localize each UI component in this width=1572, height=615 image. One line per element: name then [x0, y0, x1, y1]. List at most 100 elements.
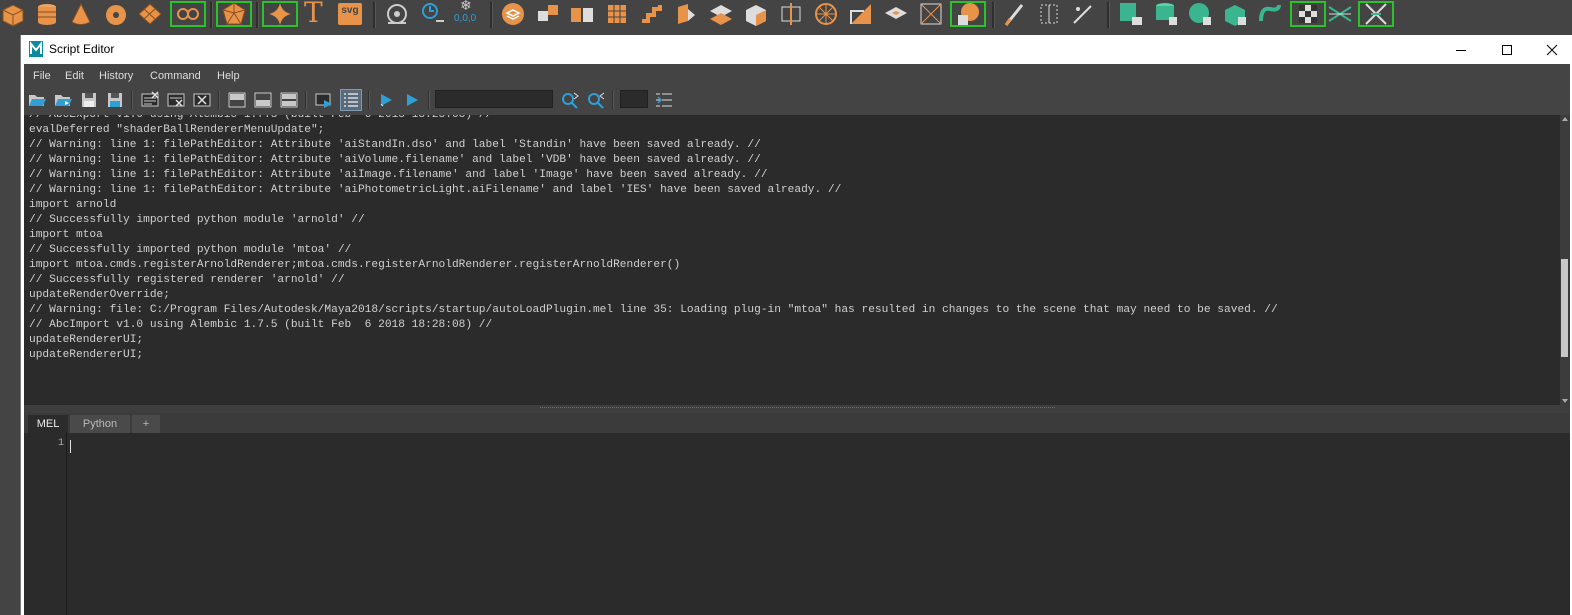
search-next-icon[interactable] — [560, 90, 580, 110]
menu-help[interactable]: Help — [217, 70, 240, 82]
toolbar-separator — [612, 91, 614, 109]
history-scrollbar[interactable] — [1560, 115, 1570, 405]
snowflake-coords-icon[interactable]: ❄ 0,0,0 — [452, 0, 482, 28]
mirror-icon[interactable] — [638, 1, 664, 27]
script-tabs: MEL Python + — [24, 413, 1570, 433]
minimize-icon — [1456, 49, 1466, 51]
source-script-icon[interactable] — [53, 90, 73, 110]
history-line: import arnold — [29, 199, 117, 211]
add-tab-button[interactable]: + — [132, 415, 160, 433]
poly-cube-icon[interactable] — [0, 1, 26, 27]
scroll-up-icon[interactable] — [1560, 115, 1570, 123]
scroll-down-icon[interactable] — [1560, 397, 1570, 405]
history-line: // Successfully imported python module '… — [29, 214, 365, 226]
snowflake-icon: ❄ — [460, 0, 472, 14]
window-title: Script Editor — [49, 42, 115, 56]
maximize-button[interactable] — [1484, 35, 1530, 64]
super-shape-icon[interactable] — [267, 1, 293, 27]
poly-disc-icon[interactable] — [175, 1, 201, 27]
uv-checker-icon[interactable] — [1118, 1, 1144, 27]
close-button[interactable] — [1529, 35, 1572, 64]
execute-all-icon[interactable] — [376, 90, 396, 110]
cylindrical-map-icon[interactable] — [1153, 1, 1179, 27]
show-input-only-icon[interactable] — [253, 90, 273, 110]
sculpt-brush-icon[interactable] — [1002, 1, 1028, 27]
go-to-line-icon[interactable] — [654, 90, 674, 110]
mel-input-editor[interactable]: 1 — [24, 433, 1570, 615]
uv-cut-icon[interactable] — [1363, 1, 1389, 27]
type-tool-icon[interactable]: T — [304, 0, 323, 28]
shelf-separator — [256, 2, 259, 28]
layers-icon[interactable] — [500, 1, 526, 27]
shelf-separator — [373, 2, 376, 28]
poly-plane-icon[interactable] — [137, 1, 163, 27]
pane-splitter[interactable] — [24, 405, 1570, 413]
menu-history[interactable]: History — [99, 70, 133, 82]
history-line: updateRendererUI; — [29, 334, 144, 346]
echo-all-commands-icon[interactable] — [314, 90, 334, 110]
tab-mel[interactable]: MEL — [28, 415, 68, 433]
splitter-grip[interactable] — [540, 407, 1055, 410]
line-number: 1 — [57, 438, 64, 449]
camera-sphere-icon[interactable] — [384, 1, 410, 27]
menu-file[interactable]: File — [33, 70, 51, 82]
combine-icon[interactable] — [535, 1, 561, 27]
history-line: // AbcImport v1.0 using Alembic 1.7.5 (b… — [29, 319, 493, 331]
history-line: updateRendererUI; — [29, 349, 144, 361]
shelf-separator — [1107, 2, 1110, 28]
show-history-only-icon[interactable] — [227, 90, 247, 110]
checker-map-icon[interactable] — [1295, 1, 1321, 27]
platonic-solid-icon[interactable] — [221, 1, 247, 27]
title-bar[interactable]: Script Editor — [21, 35, 1572, 64]
history-log: // AbcExport v1.0 using Alembic 1.7.5 (b… — [29, 115, 1278, 363]
multi-cut-icon[interactable] — [813, 1, 839, 27]
bevel-icon[interactable] — [708, 1, 734, 27]
clear-history-icon[interactable] — [140, 90, 160, 110]
svg-tool-icon[interactable]: svg — [338, 3, 362, 25]
poly-cone-icon[interactable] — [68, 1, 94, 27]
history-line: // Successfully registered renderer 'arn… — [29, 274, 345, 286]
uv-editor-icon[interactable] — [955, 1, 981, 27]
maya-logo-icon — [29, 41, 43, 57]
history-line: import mtoa — [29, 229, 103, 241]
show-line-numbers-toggle[interactable] — [340, 89, 362, 111]
timer-icon[interactable] — [418, 1, 444, 27]
search-field[interactable] — [435, 90, 553, 108]
history-scrollbar-thumb[interactable] — [1561, 259, 1568, 357]
target-weld-icon[interactable] — [848, 1, 874, 27]
tab-python[interactable]: Python — [70, 415, 130, 433]
poly-cylinder-icon[interactable] — [34, 1, 60, 27]
menu-command[interactable]: Command — [150, 70, 201, 82]
clear-input-icon[interactable] — [166, 90, 186, 110]
clear-all-icon[interactable] — [192, 90, 212, 110]
save-script-to-shelf-icon[interactable] — [105, 90, 125, 110]
lattice-icon[interactable] — [1036, 1, 1062, 27]
bridge-icon[interactable] — [673, 1, 699, 27]
main-window-left-edge — [0, 30, 20, 615]
shelf-separator — [210, 2, 213, 28]
script-editor-body: File Edit History Command Help // AbcExp… — [24, 64, 1570, 615]
minimize-button[interactable] — [1438, 35, 1484, 64]
paint-tool-icon[interactable] — [1070, 1, 1096, 27]
go-to-line-field[interactable] — [620, 90, 648, 108]
menu-edit[interactable]: Edit — [65, 70, 84, 82]
execute-icon[interactable] — [402, 90, 422, 110]
history-output-pane[interactable]: // AbcExport v1.0 using Alembic 1.7.5 (b… — [24, 115, 1560, 405]
unfold-icon[interactable] — [1257, 1, 1283, 27]
extrude-icon[interactable] — [743, 1, 769, 27]
spherical-map-icon[interactable] — [1187, 1, 1213, 27]
shelf-separator — [490, 2, 493, 28]
uv-stitch-icon[interactable] — [1327, 1, 1353, 27]
show-both-icon[interactable] — [279, 90, 299, 110]
open-script-icon[interactable] — [27, 90, 47, 110]
poly-torus-icon[interactable] — [103, 1, 129, 27]
automatic-map-icon[interactable] — [1222, 1, 1248, 27]
separate-icon[interactable] — [569, 1, 595, 27]
history-line: // Successfully imported python module '… — [29, 244, 352, 256]
search-previous-icon[interactable] — [586, 90, 606, 110]
insert-edge-loop-icon[interactable] — [778, 1, 804, 27]
smooth-icon[interactable] — [604, 1, 630, 27]
collapse-icon[interactable] — [918, 1, 944, 27]
save-script-icon[interactable] — [79, 90, 99, 110]
merge-icon[interactable] — [883, 1, 909, 27]
